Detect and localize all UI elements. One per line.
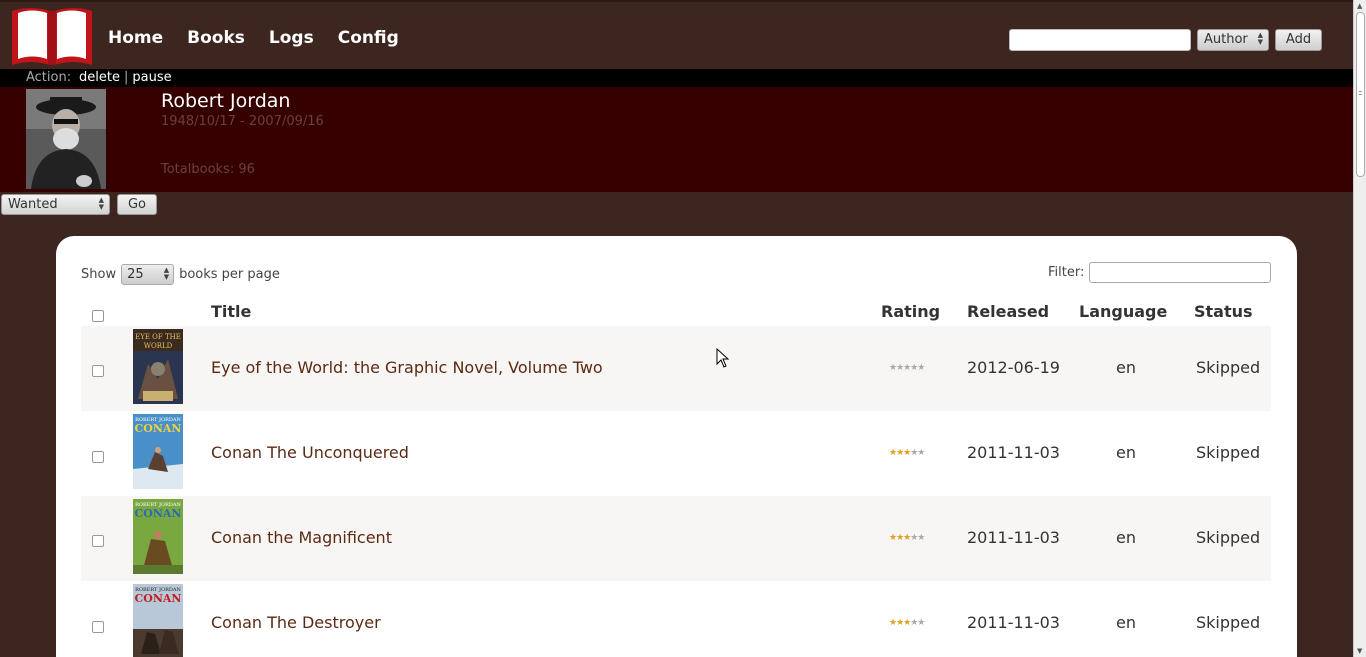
row-checkbox[interactable]	[92, 621, 104, 633]
status-select-value: Wanted	[8, 197, 58, 212]
svg-text:CONAN: CONAN	[135, 592, 182, 605]
language: en	[1116, 613, 1136, 632]
rating-stars: ★★★★★	[889, 533, 925, 543]
book-status: Skipped	[1196, 443, 1261, 462]
book-logo-icon[interactable]	[10, 5, 94, 67]
search-type-select[interactable]: Author ▲ ▼	[1197, 29, 1269, 51]
main-nav: Home Books Logs Config	[108, 28, 423, 48]
svg-text:EYE OF THE: EYE OF THE	[135, 333, 181, 341]
language: en	[1116, 443, 1136, 462]
column-rating[interactable]: Rating	[881, 302, 940, 321]
svg-text:CONAN: CONAN	[135, 507, 182, 520]
book-cover[interactable]: EYE OF THE WORLD	[133, 329, 183, 404]
per-page-suffix: books per page	[179, 267, 280, 282]
top-header: Home Books Logs Config Author ▲ ▼ Add	[0, 0, 1353, 69]
table-row: EYE OF THE WORLD Eye of the World: the G…	[81, 326, 1271, 411]
nav-home[interactable]: Home	[108, 28, 163, 48]
per-page-select[interactable]: 25 ▲ ▼	[121, 264, 175, 285]
svg-text:WORLD: WORLD	[144, 342, 173, 350]
select-arrows-icon: ▲ ▼	[163, 266, 170, 281]
delete-action-link[interactable]: delete	[79, 70, 120, 85]
select-arrows-icon: ▲ ▼	[98, 196, 104, 211]
release-date: 2011-11-03	[967, 443, 1060, 462]
filter-input[interactable]	[1089, 262, 1271, 283]
mouse-cursor-icon	[716, 347, 730, 372]
column-language[interactable]: Language	[1079, 302, 1167, 321]
book-status: Skipped	[1196, 613, 1261, 632]
page-scrollbar[interactable]: ▲ ▼	[1353, 0, 1366, 657]
author-photo	[26, 89, 106, 189]
nav-books[interactable]: Books	[187, 28, 245, 48]
scrollbar-thumb[interactable]	[1356, 12, 1365, 177]
action-separator: |	[123, 70, 129, 85]
rating-stars: ★★★★★	[889, 448, 925, 458]
scroll-grip-icon	[1359, 91, 1362, 95]
books-table-card: Show 25 ▲ ▼ books per page Filter: Title …	[56, 236, 1297, 657]
select-all-checkbox[interactable]	[92, 310, 104, 322]
book-title-link[interactable]: Conan The Unconquered	[211, 443, 409, 462]
rating-stars: ★★★★★	[889, 363, 925, 373]
per-page-value: 25	[127, 267, 144, 282]
column-released[interactable]: Released	[967, 302, 1049, 321]
svg-text:CONAN: CONAN	[135, 422, 182, 435]
table-row: ROBERT JORDAN CONAN Conan The Unconquere…	[81, 411, 1271, 496]
page-length-control: Show 25 ▲ ▼ books per page	[81, 264, 280, 285]
select-arrows-icon: ▲ ▼	[1257, 31, 1263, 46]
author-total-books: Totalbooks: 96	[161, 162, 255, 177]
author-panel: Robert Jordan 1948/10/17 - 2007/09/16 To…	[0, 87, 1353, 192]
book-status: Skipped	[1196, 358, 1261, 377]
author-name: Robert Jordan	[161, 90, 291, 112]
status-select[interactable]: Wanted ▲ ▼	[1, 194, 110, 215]
column-status[interactable]: Status	[1194, 302, 1253, 321]
column-title[interactable]: Title	[211, 302, 251, 321]
scroll-up-icon[interactable]: ▲	[1357, 2, 1362, 10]
show-label: Show	[81, 267, 117, 282]
search-type-value: Author	[1204, 32, 1248, 47]
language: en	[1116, 528, 1136, 547]
language: en	[1116, 358, 1136, 377]
nav-logs[interactable]: Logs	[269, 28, 314, 48]
go-button[interactable]: Go	[117, 194, 157, 215]
author-dates: 1948/10/17 - 2007/09/16	[161, 114, 324, 129]
release-date: 2011-11-03	[967, 613, 1060, 632]
table-header: Title Rating Released Language Status	[81, 302, 1271, 326]
add-button[interactable]: Add	[1275, 29, 1322, 51]
release-date: 2012-06-19	[967, 358, 1060, 377]
row-checkbox[interactable]	[92, 365, 104, 377]
table-row: ROBERT JORDAN CONAN Conan the Magnificen…	[81, 496, 1271, 581]
book-cover[interactable]: ROBERT JORDAN CONAN	[133, 499, 183, 574]
rating-stars: ★★★★★	[889, 618, 925, 628]
book-title-link[interactable]: Conan The Destroyer	[211, 613, 381, 632]
book-status: Skipped	[1196, 528, 1261, 547]
book-cover[interactable]: ROBERT JORDAN CONAN	[133, 584, 183, 657]
row-checkbox[interactable]	[92, 535, 104, 547]
nav-config[interactable]: Config	[338, 28, 399, 48]
action-bar: Action: delete | pause	[0, 69, 1353, 87]
pause-action-link[interactable]: pause	[132, 70, 171, 85]
search-input[interactable]	[1009, 29, 1191, 51]
table-row: ROBERT JORDAN CONAN Conan The Destroyer …	[81, 581, 1271, 657]
release-date: 2011-11-03	[967, 528, 1060, 547]
action-label: Action:	[26, 70, 72, 85]
scroll-down-icon[interactable]: ▼	[1357, 647, 1362, 655]
book-title-link[interactable]: Eye of the World: the Graphic Novel, Vol…	[211, 358, 603, 377]
book-cover[interactable]: ROBERT JORDAN CONAN	[133, 414, 183, 489]
filter-label: Filter:	[1048, 265, 1085, 280]
book-title-link[interactable]: Conan the Magnificent	[211, 528, 392, 547]
row-checkbox[interactable]	[92, 451, 104, 463]
